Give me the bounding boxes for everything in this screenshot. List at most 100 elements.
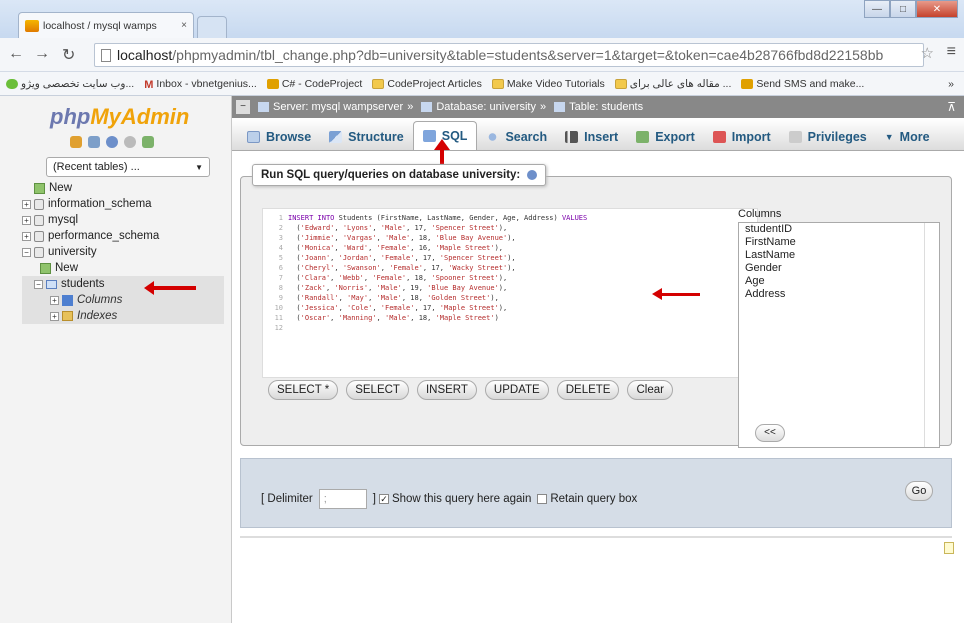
bookmark-item[interactable]: C# - CodeProject xyxy=(266,78,362,90)
tab-label: Structure xyxy=(348,130,404,144)
sms-icon xyxy=(741,78,754,89)
select-star-button[interactable]: SELECT * xyxy=(268,380,339,400)
settings-icon[interactable] xyxy=(142,136,154,148)
breadcrumb: − Server: mysql wampserver » Database: u… xyxy=(232,96,964,118)
tree-item-performance-schema[interactable]: + performance_schema xyxy=(22,228,224,244)
clear-button[interactable]: Clear xyxy=(627,380,673,400)
delimiter-label-close: ] xyxy=(372,493,376,505)
column-option[interactable]: studentID xyxy=(739,223,939,236)
docs-icon[interactable] xyxy=(124,136,136,148)
logout-icon[interactable] xyxy=(88,136,100,148)
tab-browse[interactable]: Browse xyxy=(238,124,320,150)
column-option[interactable]: Age xyxy=(739,275,939,288)
tree-item-information-schema[interactable]: + information_schema xyxy=(22,196,224,212)
server-icon xyxy=(258,102,269,112)
tab-export[interactable]: Export xyxy=(627,124,704,150)
column-option[interactable]: FirstName xyxy=(739,236,939,249)
search-icon xyxy=(486,131,500,143)
columns-listbox[interactable]: studentID FirstName LastName Gender Age … xyxy=(738,222,940,448)
insert-column-button[interactable]: << xyxy=(755,424,785,442)
bookmark-item[interactable]: وب سایت تخصصی ویژو... xyxy=(6,78,134,90)
column-option[interactable]: Address xyxy=(739,288,939,301)
bookmarks-bar: وب سایت تخصصی ویژو... M Inbox - vbnetgeni… xyxy=(0,72,964,96)
line-number: 9 xyxy=(278,294,283,302)
bookmark-label: Make Video Tutorials xyxy=(506,77,605,90)
expand-plus-icon[interactable]: + xyxy=(22,199,31,209)
database-icon xyxy=(421,102,433,112)
expand-plus-icon[interactable]: + xyxy=(50,295,59,305)
tab-search[interactable]: Search xyxy=(477,124,556,150)
line-number: 11 xyxy=(274,314,283,322)
column-option[interactable]: LastName xyxy=(739,249,939,262)
scroll-top-icon[interactable]: ⊼ xyxy=(947,100,956,114)
tree-item-indexes[interactable]: + Indexes xyxy=(22,308,224,324)
forward-arrow-icon[interactable]: → xyxy=(34,45,50,63)
bookmark-item[interactable]: CodeProject Articles xyxy=(372,78,482,90)
tree-item-university-new[interactable]: New xyxy=(22,260,224,276)
sql-line: ('Randall', 'May', 'Male', 18, 'Golden S… xyxy=(288,294,499,302)
collapse-minus-icon[interactable]: − xyxy=(22,247,31,257)
column-option[interactable]: Gender xyxy=(739,262,939,275)
bookmark-item[interactable]: M Inbox - vbnetgenius... xyxy=(144,78,257,91)
sql-line: ('Jimmie', 'Vargas', 'Male', 18, 'Blue B… xyxy=(288,234,516,242)
bookmark-item[interactable]: Make Video Tutorials xyxy=(491,77,605,90)
main-panel: − Server: mysql wampserver » Database: u… xyxy=(232,96,964,623)
address-bar[interactable]: localhost /phpmyadmin/tbl_change.php?db=… xyxy=(94,43,924,67)
delete-button[interactable]: DELETE xyxy=(556,380,620,400)
annotation-arrow-students xyxy=(144,281,196,295)
home-icon[interactable] xyxy=(70,136,82,148)
recent-tables-value: (Recent tables) ... xyxy=(53,161,140,173)
minimize-button[interactable]: — xyxy=(864,0,890,18)
go-button[interactable]: Go xyxy=(905,481,933,501)
insert-button[interactable]: INSERT xyxy=(416,380,477,400)
logo-php-text: php xyxy=(50,104,91,129)
select-button[interactable]: SELECT xyxy=(346,380,409,400)
browser-menu-icon[interactable]: ≡ xyxy=(947,43,956,61)
console-notepad-icon[interactable] xyxy=(944,542,954,554)
breadcrumb-table[interactable]: Table: students xyxy=(569,101,643,113)
breadcrumb-server[interactable]: Server: mysql wampserver xyxy=(273,101,403,113)
expand-plus-icon[interactable]: + xyxy=(22,215,31,225)
tab-import[interactable]: Import xyxy=(704,124,780,150)
help-icon[interactable] xyxy=(106,136,118,148)
query-options: [ Delimiter ; ] ✓ Show this query here a… xyxy=(261,489,637,509)
recent-tables-select[interactable]: (Recent tables) ... ▼ xyxy=(46,157,210,177)
tab-close-icon[interactable]: × xyxy=(181,20,187,31)
listbox-scrollbar[interactable] xyxy=(924,223,939,447)
delimiter-input[interactable]: ; xyxy=(318,489,367,509)
tab-insert[interactable]: Insert xyxy=(556,124,627,150)
tree-item-new[interactable]: New xyxy=(22,180,224,196)
bookmarks-overflow-button[interactable]: » xyxy=(948,78,954,90)
browser-tab[interactable]: localhost / mysql wamps × xyxy=(18,12,194,38)
breadcrumb-database[interactable]: Database: university xyxy=(436,101,536,113)
close-window-button[interactable]: ✕ xyxy=(916,0,958,18)
back-arrow-icon[interactable]: ← xyxy=(8,45,24,63)
tab-privileges[interactable]: Privileges xyxy=(780,124,876,150)
bookmark-item[interactable]: مقاله های عالی برای ... xyxy=(614,78,731,90)
tab-more[interactable]: ▼ More xyxy=(876,124,939,150)
update-button[interactable]: UPDATE xyxy=(484,380,549,400)
bookmark-item[interactable]: Send SMS and make... xyxy=(741,78,864,90)
help-icon[interactable] xyxy=(527,169,538,180)
bookmark-label: Send SMS and make... xyxy=(756,77,865,90)
tree-item-mysql[interactable]: + mysql xyxy=(22,212,224,228)
show-query-checkbox[interactable]: ✓ xyxy=(378,494,389,504)
folder-icon xyxy=(372,78,385,89)
bookmark-star-icon[interactable]: ☆ xyxy=(921,44,934,62)
collapse-minus-icon[interactable]: − xyxy=(34,279,43,289)
url-path: /phpmyadmin/tbl_change.php?db=university… xyxy=(172,47,884,63)
breadcrumb-separator: » xyxy=(540,101,547,113)
tree-item-university[interactable]: − university xyxy=(22,244,224,260)
reload-icon[interactable]: ↻ xyxy=(62,45,75,65)
tab-structure[interactable]: Structure xyxy=(320,124,413,150)
new-tab-button[interactable] xyxy=(197,16,227,38)
tree-item-columns[interactable]: + Columns xyxy=(22,292,224,308)
retain-query-label: Retain query box xyxy=(550,493,638,505)
retain-query-checkbox[interactable] xyxy=(537,494,548,504)
expand-plus-icon[interactable]: + xyxy=(50,311,59,321)
maximize-button[interactable]: □ xyxy=(890,0,916,18)
pma-logo[interactable]: phpMyAdmin xyxy=(50,104,189,130)
expand-plus-icon[interactable]: + xyxy=(22,231,31,241)
collapse-nav-icon[interactable]: − xyxy=(236,100,250,114)
line-number: 7 xyxy=(278,274,283,282)
